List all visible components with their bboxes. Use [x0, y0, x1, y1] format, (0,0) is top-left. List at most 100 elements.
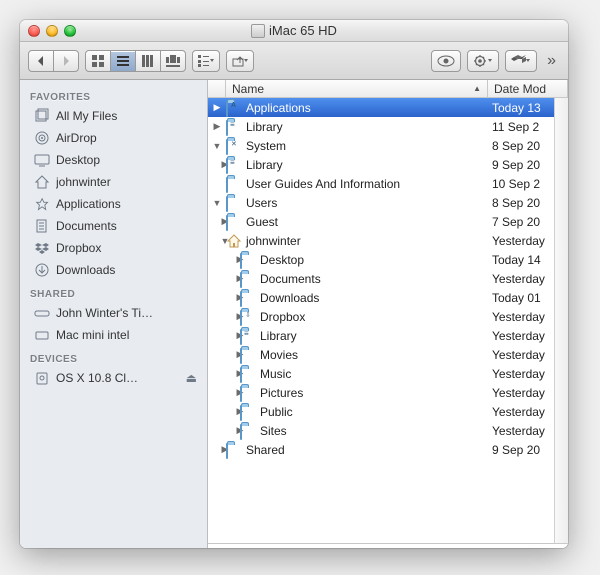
file-row[interactable]: ▶PicturesYesterday: [208, 383, 568, 402]
file-name-cell: Guest: [226, 215, 488, 229]
column-date[interactable]: Date Mod: [488, 80, 568, 97]
folder-icon: [240, 291, 256, 305]
back-button[interactable]: [28, 50, 54, 72]
sidebar-item[interactable]: Desktop: [20, 149, 207, 171]
file-row[interactable]: ▶SitesYesterday: [208, 421, 568, 440]
file-name: Library: [246, 158, 283, 172]
sidebar-item[interactable]: Mac mini intel: [20, 324, 207, 346]
disclosure-triangle[interactable]: ▶: [208, 273, 240, 284]
disclosure-triangle[interactable]: ▶: [208, 406, 240, 417]
file-row[interactable]: ▶Guest7 Sep 20: [208, 212, 568, 231]
minimize-button[interactable]: [46, 25, 58, 37]
close-button[interactable]: [28, 25, 40, 37]
file-name-cell: Public: [240, 405, 488, 419]
sidebar-item[interactable]: All My Files: [20, 105, 207, 127]
quicklook-button[interactable]: [431, 50, 461, 72]
list-icon: [117, 55, 129, 67]
file-row[interactable]: ▶DownloadsToday 01: [208, 288, 568, 307]
disclosure-triangle[interactable]: ▶: [208, 121, 226, 132]
file-row[interactable]: ▼Users8 Sep 20: [208, 193, 568, 212]
disclosure-triangle[interactable]: ▶: [208, 425, 240, 436]
file-name: Movies: [260, 348, 298, 362]
file-row[interactable]: ▶Library9 Sep 20: [208, 155, 568, 174]
share-button[interactable]: [226, 50, 254, 72]
titlebar[interactable]: iMac 65 HD: [20, 20, 568, 42]
file-name-cell: Documents: [240, 272, 488, 286]
folder-icon: [240, 424, 256, 438]
disclosure-triangle[interactable]: ▶: [208, 216, 226, 227]
file-row[interactable]: ▶ApplicationsToday 13: [208, 98, 568, 117]
sidebar-item[interactable]: Downloads: [20, 259, 207, 281]
file-row[interactable]: ▼System8 Sep 20: [208, 136, 568, 155]
file-row[interactable]: ▶Shared9 Sep 20: [208, 440, 568, 459]
dropbox-toolbar-button[interactable]: [505, 50, 537, 72]
file-row[interactable]: ▶MoviesYesterday: [208, 345, 568, 364]
folder-icon: [240, 329, 256, 343]
file-row[interactable]: ▶DropboxYesterday: [208, 307, 568, 326]
file-row[interactable]: ▶MusicYesterday: [208, 364, 568, 383]
chevron-right-icon: [61, 56, 71, 66]
sidebar-item[interactable]: OS X 10.8 Cl…⏏: [20, 367, 207, 389]
disclosure-triangle[interactable]: ▶: [208, 368, 240, 379]
disclosure-triangle[interactable]: ▶: [208, 292, 240, 303]
toolbar: »: [20, 42, 568, 80]
sidebar-item[interactable]: AirDrop: [20, 127, 207, 149]
disclosure-triangle[interactable]: ▶: [208, 159, 226, 170]
view-list-button[interactable]: [110, 50, 136, 72]
column-icon: [142, 55, 154, 67]
file-name: System: [246, 139, 286, 153]
file-list-pane: Name ▲ Date Mod ▶ApplicationsToday 13▶Li…: [208, 80, 568, 548]
file-row[interactable]: ▼johnwinterYesterday: [208, 231, 568, 250]
sidebar-item[interactable]: johnwinter: [20, 171, 207, 193]
file-row[interactable]: ▶DocumentsYesterday: [208, 269, 568, 288]
folder-icon: [226, 177, 242, 191]
file-name: Shared: [246, 443, 285, 457]
view-column-button[interactable]: [135, 50, 161, 72]
eject-icon[interactable]: ⏏: [186, 371, 197, 385]
eye-icon: [437, 55, 455, 67]
disclosure-triangle[interactable]: ▼: [208, 141, 226, 151]
view-coverflow-button[interactable]: [160, 50, 186, 72]
disclosure-triangle[interactable]: ▶: [208, 349, 240, 360]
zoom-button[interactable]: [64, 25, 76, 37]
sidebar-item[interactable]: Dropbox: [20, 237, 207, 259]
disclosure-triangle[interactable]: ▶: [208, 311, 240, 322]
sidebar-item-label: Downloads: [56, 263, 197, 277]
sidebar-item-label: John Winter's Ti…: [56, 306, 197, 320]
file-name: Dropbox: [260, 310, 305, 324]
sidebar-item[interactable]: John Winter's Ti…: [20, 302, 207, 324]
arrange-icon: [198, 55, 214, 67]
scrollbar[interactable]: [554, 98, 568, 543]
column-disclosure[interactable]: [208, 80, 226, 97]
share-button-group: [226, 50, 254, 72]
disclosure-triangle[interactable]: ▶: [208, 102, 226, 113]
view-icon-button[interactable]: [85, 50, 111, 72]
disclosure-triangle[interactable]: ▶: [208, 387, 240, 398]
arrange-button[interactable]: [192, 50, 220, 72]
action-button[interactable]: [467, 50, 499, 72]
file-row[interactable]: ▶LibraryYesterday: [208, 326, 568, 345]
disclosure-triangle[interactable]: ▶: [208, 444, 226, 455]
toolbar-overflow[interactable]: »: [543, 52, 560, 70]
folder-icon: [240, 386, 256, 400]
forward-button[interactable]: [53, 50, 79, 72]
airdrop-icon: [34, 130, 50, 146]
column-headers: Name ▲ Date Mod: [208, 80, 568, 98]
downloads-icon: [34, 262, 50, 278]
file-row[interactable]: ▶DesktopToday 14: [208, 250, 568, 269]
folder-icon: [226, 443, 242, 457]
folder-icon: [226, 158, 242, 172]
sidebar-item[interactable]: Documents: [20, 215, 207, 237]
sidebar-item[interactable]: Applications: [20, 193, 207, 215]
column-name[interactable]: Name ▲: [226, 80, 488, 97]
traffic-lights: [20, 25, 76, 37]
file-row[interactable]: ▶Library11 Sep 2: [208, 117, 568, 136]
disclosure-triangle[interactable]: ▶: [208, 254, 240, 265]
file-row[interactable]: User Guides And Information10 Sep 2: [208, 174, 568, 193]
disclosure-triangle[interactable]: ▼: [208, 198, 226, 208]
file-name-cell: Library: [226, 158, 488, 172]
file-row[interactable]: ▶PublicYesterday: [208, 402, 568, 421]
gear-icon: [473, 55, 493, 67]
disclosure-triangle[interactable]: ▼: [208, 236, 226, 246]
disclosure-triangle[interactable]: ▶: [208, 330, 240, 341]
